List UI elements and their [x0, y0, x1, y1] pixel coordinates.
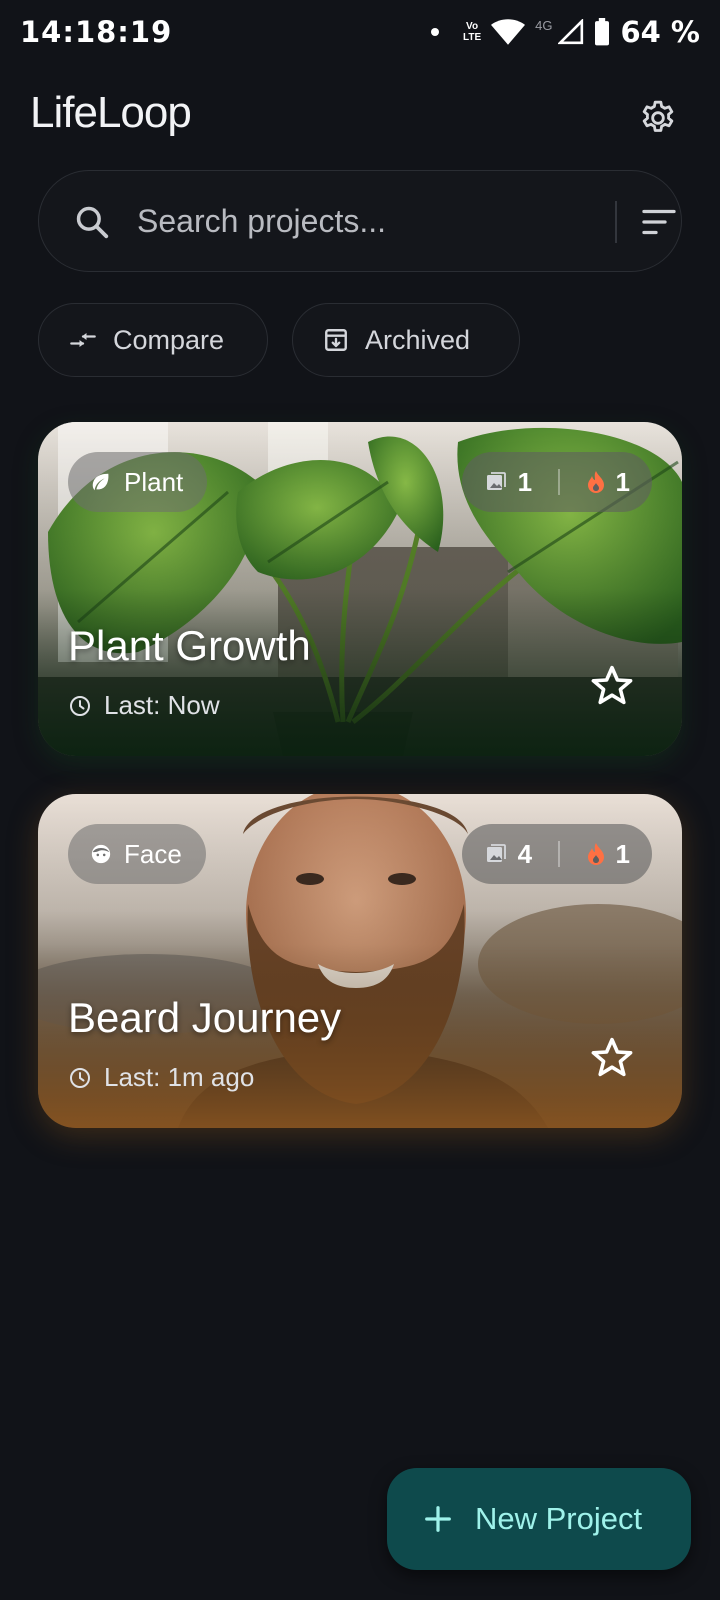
category-tag: Face: [68, 824, 206, 884]
project-card-plant-growth[interactable]: Plant 1 1 Plant Growth Last: Now: [38, 422, 682, 756]
search-input[interactable]: [137, 191, 607, 251]
compare-chip[interactable]: Compare: [38, 303, 268, 377]
search-divider: [615, 201, 617, 243]
project-title: Beard Journey: [68, 994, 342, 1041]
photo-icon: [486, 472, 506, 490]
network-type: 4G: [535, 17, 553, 33]
photo-count: 1: [517, 466, 533, 497]
new-project-button[interactable]: New Project: [387, 1468, 691, 1570]
leaf-icon: [92, 473, 109, 491]
stats-pill: 1 1: [461, 452, 652, 512]
archived-chip[interactable]: Archived: [292, 303, 520, 377]
face-icon: [91, 844, 111, 864]
photo-count: 4: [517, 838, 533, 869]
status-time: 14:18:19: [20, 15, 173, 49]
favorite-star-icon[interactable]: [588, 662, 636, 710]
cell-signal-icon: [558, 19, 584, 45]
plus-icon: [425, 1506, 451, 1532]
last-updated: Last: Now: [68, 690, 220, 721]
gear-icon: [642, 100, 674, 132]
project-card-beard-journey[interactable]: Face 4 1 Beard Journey Last: 1m ago: [38, 794, 682, 1128]
sort-icon[interactable]: [641, 205, 677, 239]
compare-arrows-icon: [70, 333, 96, 347]
photo-icon: [486, 844, 506, 862]
volte-bottom: LTE: [462, 32, 482, 43]
stats-pill: 4 1: [461, 824, 652, 884]
flame-icon: [587, 471, 604, 493]
battery-icon: [595, 18, 610, 46]
streak-count: 1: [615, 466, 630, 497]
archived-chip-label: Archived: [365, 324, 471, 355]
notification-dot-icon: [430, 28, 439, 36]
last-updated-text: Last: Now: [104, 690, 220, 720]
streak-count: 1: [615, 838, 630, 869]
new-project-label: New Project: [475, 1501, 643, 1536]
stats-divider: [558, 469, 560, 495]
status-bar: 14:18:19 Vo LTE 4G 64 %: [0, 0, 720, 64]
project-title: Plant Growth: [68, 622, 311, 669]
settings-button[interactable]: [636, 96, 680, 140]
archive-icon: [325, 329, 347, 351]
compare-chip-label: Compare: [113, 324, 225, 355]
last-updated-text: Last: 1m ago: [104, 1062, 255, 1092]
status-icons: Vo LTE 4G 64 %: [430, 15, 700, 49]
app-title: LifeLoop: [30, 88, 192, 137]
battery-level: 64 %: [620, 15, 700, 49]
category-label: Face: [124, 838, 182, 869]
volte-icon: Vo LTE: [463, 21, 481, 43]
category-tag: Plant: [68, 452, 208, 512]
category-label: Plant: [124, 466, 184, 497]
clock-icon: [70, 1067, 90, 1088]
flame-icon: [587, 843, 604, 865]
wifi-icon: [491, 19, 526, 45]
volte-top: Vo: [466, 21, 479, 32]
stats-divider: [558, 841, 560, 867]
search-icon: [76, 206, 109, 239]
search-bar: [38, 170, 682, 272]
clock-icon: [70, 695, 90, 716]
favorite-star-icon[interactable]: [588, 1034, 636, 1082]
last-updated: Last: 1m ago: [68, 1062, 254, 1093]
